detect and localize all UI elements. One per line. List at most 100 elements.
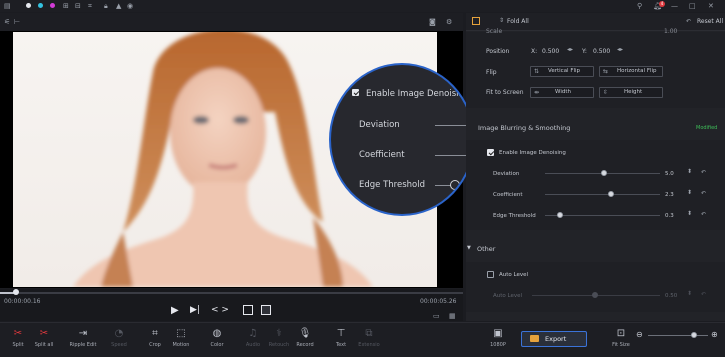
horizontal-flip-button[interactable]: ⇆ Horizontal Flip [599,66,663,77]
fit-width-button[interactable]: ⇹ Width [530,87,594,98]
stepper-icon-5[interactable]: ⬍ [687,210,692,217]
stepper-icon-6[interactable]: ⬍ [687,290,692,297]
split-all-label: Split all [34,342,54,348]
settings-icon[interactable]: ⚙ [446,18,452,26]
denoise-label: Enable Image Denoising [499,150,566,156]
zoom-deviation-label: Deviation [359,120,400,130]
denoise-checkbox[interactable] [487,149,494,156]
fit-width-label: Width [555,89,571,95]
position-label: Position [486,48,510,55]
reset-all-label[interactable]: Reset All [697,18,723,26]
reset-icon[interactable]: ↶ [686,18,691,25]
fold-icon[interactable]: ⇕ [499,17,504,24]
split-all-button[interactable]: ✂ Split all [29,328,59,348]
motion-button[interactable]: ⬚ Motion [166,328,196,348]
layers-icon[interactable]: ⚟ [4,18,10,26]
menu-icon[interactable]: ▤ [4,2,11,10]
zoom-edge-label: Edge Threshold [359,180,425,190]
horizontal-flip-icon: ⇆ [603,68,609,75]
fit-height-button[interactable]: ⇳ Height [599,87,663,98]
collapse-icon[interactable]: ▼ [467,245,471,251]
crop-icon[interactable]: ⌗ [88,2,92,10]
progress-track[interactable] [0,292,463,294]
total-time: 00:00:05.26 [420,298,457,305]
ripple-edit-icon: ⇥ [78,328,88,339]
speed-label: Speed [111,342,127,348]
reset-deviation-icon[interactable]: ↶ [701,169,706,176]
prev-next-icon[interactable]: < > [211,305,229,315]
record-button[interactable]: 🎙︎ Record [290,328,320,348]
color-dot-cyan[interactable] [38,3,43,8]
resolution-button[interactable]: ▣ 1080P [483,328,513,348]
resolution-label: 1080P [490,342,506,348]
stepper-icon-3[interactable]: ⬍ [687,168,692,175]
auto-level-knob[interactable] [592,292,598,298]
coefficient-slider[interactable] [545,194,660,195]
pos-y-label: Y: [582,48,587,55]
lock-icon-top[interactable]: ⚲ [637,2,642,10]
ripple-edit-button[interactable]: ⇥ Ripple Edit [66,328,100,348]
stepper-icon-4[interactable]: ⬍ [687,189,692,196]
color-dot-white[interactable] [26,3,31,8]
minimize-icon[interactable]: — [671,2,678,10]
auto-level-checkbox[interactable] [487,271,494,278]
edge-threshold-value[interactable]: 0.3 [665,212,674,220]
vertical-flip-button[interactable]: ⇅ Vertical Flip [530,66,594,77]
deviation-label: Deviation [493,171,520,177]
fit-size-button[interactable]: ⊡ Fit Size [606,328,636,348]
extension-button[interactable]: ⧉ Extensio [352,328,386,348]
next-frame-icon[interactable]: ▶| [190,305,200,315]
fullscreen-icon[interactable] [243,305,253,315]
speed-button[interactable]: ◔ Speed [104,328,134,348]
close-icon[interactable]: ✕ [708,2,714,10]
auto-level-label: Auto Level [499,272,529,278]
flip-label: Flip [486,69,497,76]
deviation-value[interactable]: 5.0 [665,170,674,178]
fit-size-icon: ⊡ [616,328,626,339]
layout-icon[interactable]: ▭ [433,312,440,320]
zoom-knob[interactable] [691,332,697,338]
grid-icon[interactable]: ⊞ [63,2,69,10]
pos-y-value[interactable]: 0.500 [593,48,610,56]
color-dot-magenta[interactable] [50,3,55,8]
triangle-icon[interactable]: ▲ [116,2,121,10]
fold-all-label[interactable]: Fold All [507,18,529,26]
app-window: ▤ ⊞ ⊟ ⌗ 🔒︎ ▲ ◉ ⚲ 🔔︎ 4 — □ ✕ ⚟ ⊢ ◙ ⚙ Enab… [0,0,725,357]
other-section-header[interactable] [466,240,725,257]
play-icon[interactable]: ▶ [171,305,179,316]
auto-level-value[interactable]: 0.50 [665,292,677,300]
export-button[interactable]: Export [521,331,587,347]
title-bar [0,0,725,12]
lock-icon[interactable]: 🔒︎ [104,2,108,10]
edge-threshold-knob[interactable] [557,212,563,218]
motion-label: Motion [172,342,190,348]
current-time: 00:00:00.16 [4,298,41,305]
reset-auto-level-icon[interactable]: ↶ [701,291,706,298]
color-button[interactable]: ◍ Color [202,328,232,348]
zoom-slider[interactable] [648,335,708,336]
panel-toggle-icon[interactable] [472,17,480,25]
vertical-flip-label: Vertical Flip [548,68,581,74]
vertical-flip-icon: ⇅ [534,68,540,75]
zoom-denoise-label: Enable Image Denoising [366,89,470,99]
stepper-icon[interactable]: ◂▸ [567,46,573,53]
other-section-title: Other [477,245,496,253]
notification-badge: 4 [659,1,665,7]
pos-x-value[interactable]: 0.500 [542,48,559,56]
reset-coefficient-icon[interactable]: ↶ [701,190,706,197]
eye-icon[interactable]: ◉ [127,2,133,10]
zoom-out-icon[interactable]: ⊖ [636,330,643,339]
grid-icon-2[interactable]: ⊟ [75,2,81,10]
zoom-in-icon[interactable]: ⊕ [711,330,718,339]
snapshot-icon[interactable] [261,305,271,315]
reset-edge-icon[interactable]: ↶ [701,211,706,218]
coefficient-knob[interactable] [608,191,614,197]
deviation-knob[interactable] [601,170,607,176]
progress-handle[interactable] [13,289,19,295]
stepper-icon-2[interactable]: ◂▸ [617,46,623,53]
coefficient-value[interactable]: 2.3 [665,191,674,199]
ruler-icon[interactable]: ⊢ [14,18,20,26]
grid-view-icon[interactable]: ▦ [449,312,456,320]
camera-icon[interactable]: ◙ [429,18,436,26]
maximize-icon[interactable]: □ [689,2,696,10]
